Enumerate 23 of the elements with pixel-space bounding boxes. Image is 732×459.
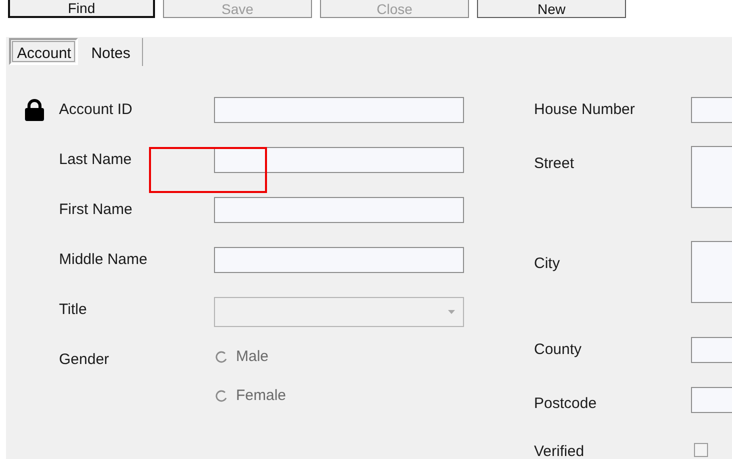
field-label: County <box>534 340 583 360</box>
field-label: Account ID <box>59 100 134 120</box>
input-field[interactable] <box>214 247 464 273</box>
field-label: Gender <box>59 350 110 370</box>
input-field[interactable] <box>214 147 464 173</box>
checkbox[interactable] <box>694 443 708 457</box>
dropdown-arrow-icon <box>448 310 455 314</box>
field-label: City <box>534 254 561 274</box>
field-label: Postcode <box>534 394 598 414</box>
field-label: Title <box>59 300 88 320</box>
toolbar-button[interactable]: New <box>477 0 626 18</box>
field-label: House Number <box>534 100 636 120</box>
field-label: Middle Name <box>59 250 148 270</box>
input-field[interactable] <box>214 197 464 223</box>
tab[interactable]: Account <box>9 38 78 65</box>
field-label: First Name <box>59 200 134 220</box>
radio-icon <box>214 350 228 364</box>
field-label: Verified <box>534 442 586 459</box>
input-field[interactable] <box>214 97 464 123</box>
field-label: Last Name <box>59 150 133 170</box>
toolbar-button[interactable]: Find <box>8 0 155 18</box>
field-label: Street <box>534 154 576 174</box>
radio-icon <box>214 388 228 402</box>
